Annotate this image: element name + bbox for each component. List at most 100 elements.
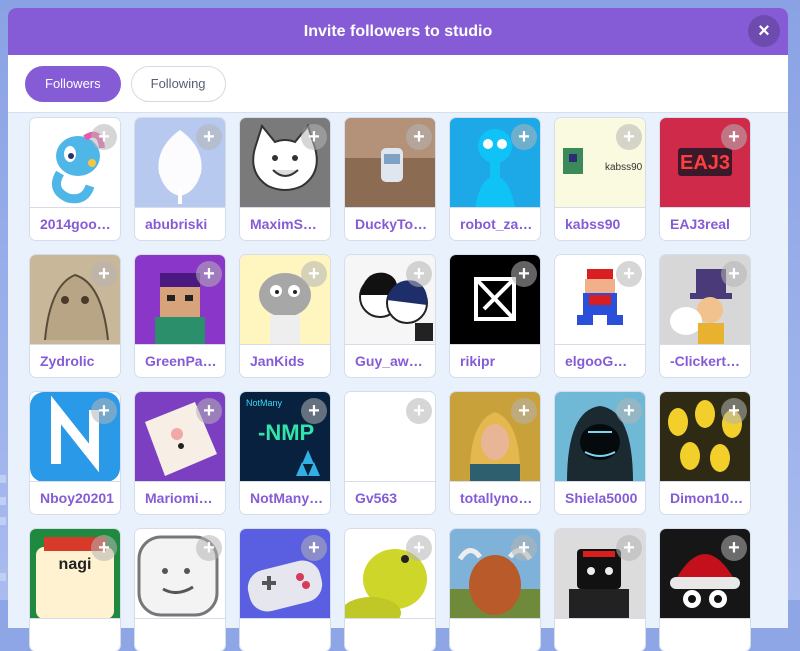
user-card[interactable]: + xyxy=(135,529,225,651)
user-card[interactable]: + Shiela5000 xyxy=(555,392,645,514)
user-card-label[interactable]: MaximSc… xyxy=(240,208,330,240)
add-user-button[interactable]: + xyxy=(616,124,642,150)
add-user-button[interactable]: + xyxy=(721,261,747,287)
user-card[interactable]: + rikipr xyxy=(450,255,540,377)
add-user-button[interactable]: + xyxy=(406,261,432,287)
user-card-label[interactable]: abubriski xyxy=(135,208,225,240)
plus-icon: + xyxy=(518,400,530,422)
username: JanKids xyxy=(250,353,305,369)
add-user-button[interactable]: + xyxy=(91,535,117,561)
close-button[interactable]: × xyxy=(748,15,780,47)
user-card[interactable]: nagi + xyxy=(30,529,120,651)
user-card[interactable]: + Mariomi… xyxy=(135,392,225,514)
user-card[interactable]: + Guy_aw… xyxy=(345,255,435,377)
plus-icon: + xyxy=(623,263,635,285)
add-user-button[interactable]: + xyxy=(511,398,537,424)
add-user-button[interactable]: + xyxy=(196,124,222,150)
add-user-button[interactable]: + xyxy=(406,535,432,561)
username: NotMany… xyxy=(250,490,324,506)
user-card-label[interactable]: Shiela5000 xyxy=(555,482,645,514)
add-user-button[interactable]: + xyxy=(301,261,327,287)
user-card[interactable]: + elgooGm… xyxy=(555,255,645,377)
user-card-label[interactable]: Mariomi… xyxy=(135,482,225,514)
tab-followers[interactable]: Followers xyxy=(25,65,121,102)
user-card-label[interactable]: Guy_aw… xyxy=(345,345,435,377)
user-card[interactable]: + Zydrolic xyxy=(30,255,120,377)
add-user-button[interactable]: + xyxy=(91,261,117,287)
user-card-label[interactable]: robot_za… xyxy=(450,208,540,240)
add-user-button[interactable]: + xyxy=(721,124,747,150)
username: Zydrolic xyxy=(40,353,95,369)
add-user-button[interactable]: + xyxy=(196,261,222,287)
user-card[interactable]: + xyxy=(240,529,330,651)
user-card[interactable]: kabss90 + kabss90 xyxy=(555,118,645,240)
user-card[interactable]: + abubriski xyxy=(135,118,225,240)
user-card[interactable]: + GreenPa… xyxy=(135,255,225,377)
add-user-button[interactable]: + xyxy=(511,261,537,287)
user-card-label[interactable]: Zydrolic xyxy=(30,345,120,377)
plus-icon: + xyxy=(203,126,215,148)
add-user-button[interactable]: + xyxy=(406,398,432,424)
user-card-label[interactable]: NotMany… xyxy=(240,482,330,514)
user-card-label[interactable]: Nboy20201 xyxy=(30,482,120,514)
user-card[interactable]: + totallyno… xyxy=(450,392,540,514)
user-card-label[interactable]: totallyno… xyxy=(450,482,540,514)
user-card[interactable]: EAJ3 + EAJ3real xyxy=(660,118,750,240)
user-card-label[interactable]: -Clickert… xyxy=(660,345,750,377)
add-user-button[interactable]: + xyxy=(301,398,327,424)
user-card[interactable]: + xyxy=(660,529,750,651)
user-card-label[interactable] xyxy=(30,619,120,651)
user-card-label[interactable] xyxy=(555,619,645,651)
background-fragment xyxy=(0,517,6,525)
add-user-button[interactable]: + xyxy=(406,124,432,150)
user-card-label[interactable]: rikipr xyxy=(450,345,540,377)
user-card-label[interactable]: Dimon10… xyxy=(660,482,750,514)
add-user-button[interactable]: + xyxy=(721,398,747,424)
add-user-button[interactable]: + xyxy=(721,535,747,561)
user-card[interactable]: + xyxy=(555,529,645,651)
add-user-button[interactable]: + xyxy=(196,535,222,561)
user-card-label[interactable]: 2014goo… xyxy=(30,208,120,240)
user-card[interactable]: + xyxy=(450,529,540,651)
user-card-label[interactable]: kabss90 xyxy=(555,208,645,240)
user-grid: +2014goo… + abubriski + MaximSc… + DuckyTo… + ro… xyxy=(30,118,750,651)
add-user-button[interactable]: + xyxy=(511,535,537,561)
add-user-button[interactable]: + xyxy=(196,398,222,424)
add-user-button[interactable]: + xyxy=(616,398,642,424)
user-card[interactable]: + Gv563 xyxy=(345,392,435,514)
add-user-button[interactable]: + xyxy=(301,124,327,150)
tab-following[interactable]: Following xyxy=(130,65,226,102)
add-user-button[interactable]: + xyxy=(91,398,117,424)
user-card[interactable]: + robot_za… xyxy=(450,118,540,240)
user-card-label[interactable] xyxy=(135,619,225,651)
user-card-label[interactable] xyxy=(450,619,540,651)
user-card[interactable]: + Nboy20201 xyxy=(30,392,120,514)
plus-icon: + xyxy=(413,126,425,148)
user-card[interactable]: + Dimon10… xyxy=(660,392,750,514)
add-user-button[interactable]: + xyxy=(91,124,117,150)
username: kabss90 xyxy=(565,216,621,232)
user-card[interactable]: + -Clickert… xyxy=(660,255,750,377)
user-card-label[interactable] xyxy=(660,619,750,651)
user-card[interactable]: NotMany -NMP + NotMany… xyxy=(240,392,330,514)
user-card-label[interactable]: elgooGm… xyxy=(555,345,645,377)
user-card-label[interactable]: JanKids xyxy=(240,345,330,377)
user-card[interactable]: + DuckyTo… xyxy=(345,118,435,240)
plus-icon: + xyxy=(728,126,740,148)
close-icon: × xyxy=(758,19,770,42)
user-card-label[interactable] xyxy=(345,619,435,651)
user-card-label[interactable]: EAJ3real xyxy=(660,208,750,240)
user-card[interactable]: + MaximSc… xyxy=(240,118,330,240)
user-card[interactable]: + JanKids xyxy=(240,255,330,377)
user-card[interactable]: +2014goo… xyxy=(30,118,120,240)
add-user-button[interactable]: + xyxy=(511,124,537,150)
user-card[interactable]: + xyxy=(345,529,435,651)
user-card-label[interactable]: GreenPa… xyxy=(135,345,225,377)
add-user-button[interactable]: + xyxy=(301,535,327,561)
user-card-label[interactable]: DuckyTo… xyxy=(345,208,435,240)
user-card-label[interactable]: Gv563 xyxy=(345,482,435,514)
add-user-button[interactable]: + xyxy=(616,261,642,287)
user-card-label[interactable] xyxy=(240,619,330,651)
add-user-button[interactable]: + xyxy=(616,535,642,561)
plus-icon: + xyxy=(308,126,320,148)
